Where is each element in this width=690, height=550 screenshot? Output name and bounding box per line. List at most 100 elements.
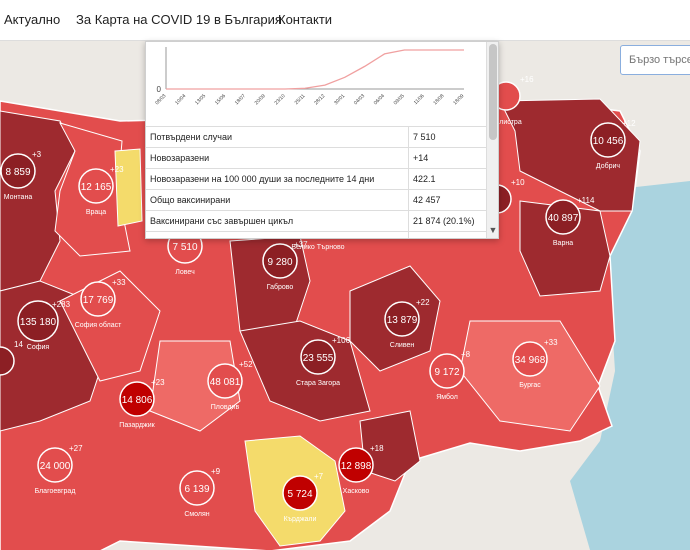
province-name: Пловдив xyxy=(211,404,240,411)
chart-x-tick: 25/11 xyxy=(294,93,307,106)
nav-link-news[interactable]: Актуално xyxy=(4,12,60,27)
stats-label: Ваксинирани със завършен цикъл xyxy=(146,210,409,232)
case-count: 12 898 xyxy=(341,461,372,472)
chart-x-tick: 23/10 xyxy=(274,93,287,106)
stats-row: Ваксинирани със завършен цикъл 21 874 (20… xyxy=(146,210,486,232)
province-name: София xyxy=(27,344,50,351)
new-cases-delta: +27 xyxy=(69,444,83,453)
case-count: 12 165 xyxy=(81,182,112,193)
stats-value: 7 510 xyxy=(408,126,486,148)
case-count: 34 968 xyxy=(515,355,546,366)
province-name: Пазарджик xyxy=(119,422,155,429)
scrollbar-thumb[interactable] xyxy=(489,44,497,140)
case-count: 8 859 xyxy=(5,167,30,178)
province-name: Враца xyxy=(86,209,106,216)
stats-label: Новозаразени xyxy=(146,147,409,169)
stats-label: Новозаразени на 100 000 души за последни… xyxy=(146,168,409,190)
new-cases-delta: +12 xyxy=(622,119,636,128)
new-cases-delta: +106 xyxy=(332,336,351,345)
province-name: Варна xyxy=(553,240,573,247)
province-name: Монтана xyxy=(4,194,33,201)
province-stats-table: Потвърдени случаи 7 510 Новозаразени +14 Нов… xyxy=(146,126,486,238)
cases-trend-chart: 0 08/03 10/04 13/05 15/06 18/07 20/09 23/10 25/… xyxy=(154,47,466,106)
nav-link-contacts[interactable]: Контакти xyxy=(278,12,332,27)
new-cases-delta: +33 xyxy=(544,338,558,347)
new-cases-delta: +9 xyxy=(211,467,221,476)
province-name: Хасково xyxy=(343,488,370,495)
chart-x-tick: 13/05 xyxy=(194,93,207,106)
quick-search-input[interactable] xyxy=(620,45,690,75)
province-info-popup: 0 08/03 10/04 13/05 15/06 18/07 20/09 23/10 25/… xyxy=(145,41,499,239)
stats-label: Потвърдени случаи xyxy=(146,126,409,148)
stats-value: 42 457 xyxy=(408,189,486,211)
new-cases-delta: +23 xyxy=(151,378,165,387)
province-name: София област xyxy=(75,321,122,329)
province-name: Ловеч xyxy=(175,269,195,276)
scroll-down-icon[interactable]: ▼ xyxy=(488,225,498,235)
stats-label xyxy=(146,231,409,238)
chart-x-tick: 20/09 xyxy=(254,93,267,106)
new-cases-delta: +10 xyxy=(511,178,525,187)
chart-x-tick: 04/03 xyxy=(353,93,366,106)
province-name: Велико Търново xyxy=(291,244,344,251)
province-name: Добрич xyxy=(596,162,621,170)
case-count: 13 879 xyxy=(387,315,418,326)
case-count: 7 510 xyxy=(172,242,197,253)
stats-row: Новозаразени на 100 000 души за последни… xyxy=(146,168,486,190)
new-cases-delta: +52 xyxy=(239,360,253,369)
case-count: 17 769 xyxy=(83,295,114,306)
province-name: Ямбол xyxy=(436,393,458,401)
case-count: 14 806 xyxy=(122,395,153,406)
case-count: 5 724 xyxy=(287,489,312,500)
province-name: Стара Загора xyxy=(296,380,340,387)
chart-x-tick: 10/04 xyxy=(174,93,187,106)
case-count: 9 280 xyxy=(267,257,292,268)
province-name: Бургас xyxy=(519,382,541,389)
chart-x-ticks: 08/03 10/04 13/05 15/06 18/07 20/09 23/10 25/11… xyxy=(154,93,465,106)
province-name: Смолян xyxy=(184,511,209,518)
province-marker[interactable]: Велико Търново xyxy=(291,244,344,251)
new-cases-delta: +7 xyxy=(314,472,324,481)
new-cases-delta: +22 xyxy=(416,298,430,307)
nav-link-about-map[interactable]: За Карта на COVID 19 в България xyxy=(76,12,282,27)
stats-row: Потвърдени случаи 7 510 xyxy=(146,126,486,148)
new-cases-delta: 14 xyxy=(14,340,23,349)
stats-value: +14 xyxy=(408,147,486,169)
chart-x-tick: 11/06 xyxy=(413,93,426,106)
popup-scrollbar[interactable]: ▼ xyxy=(486,42,498,238)
province-yellow-north[interactable] xyxy=(114,148,143,227)
province-name: Кърджали xyxy=(284,516,317,523)
new-cases-delta: +16 xyxy=(520,75,534,84)
stats-value: 113 xyxy=(408,231,486,238)
case-count: 48 081 xyxy=(210,377,241,388)
province-name: Благоевград xyxy=(35,488,76,495)
stats-label: Общо ваксинирани xyxy=(146,189,409,211)
case-count: 6 139 xyxy=(184,484,209,495)
new-cases-delta: +23 xyxy=(110,165,124,174)
case-count: 135 180 xyxy=(20,317,57,328)
case-count: 40 897 xyxy=(548,213,579,224)
stats-row: 113 xyxy=(146,231,486,238)
new-cases-delta: +18 xyxy=(370,444,384,453)
chart-x-tick: 08/03 xyxy=(154,93,167,106)
chart-x-tick: 09/05 xyxy=(393,93,406,106)
province-name: Сливен xyxy=(390,342,415,349)
case-count: 24 000 xyxy=(40,461,71,472)
chart-x-tick: 18/07 xyxy=(234,93,247,106)
province-name: Габрово xyxy=(267,283,294,291)
chart-series-line xyxy=(166,49,464,90)
case-count: 10 456 xyxy=(593,136,624,147)
stats-value: 422.1 xyxy=(408,168,486,190)
case-count: 23 555 xyxy=(303,353,334,364)
new-cases-delta: +33 xyxy=(112,278,126,287)
top-navigation: Актуално За Карта на COVID 19 в България… xyxy=(0,0,690,41)
chart-x-tick: 15/06 xyxy=(214,93,227,106)
new-cases-delta: +114 xyxy=(577,196,595,205)
new-cases-delta: +283 xyxy=(52,300,71,309)
chart-x-tick: 30/01 xyxy=(333,93,346,106)
chart-x-tick: 18/08 xyxy=(432,93,445,106)
chart-x-tick: 28/12 xyxy=(313,93,326,106)
chart-x-tick: 18/09 xyxy=(452,93,465,106)
chart-y-tick: 0 xyxy=(157,85,162,94)
new-cases-delta: +3 xyxy=(32,150,42,159)
